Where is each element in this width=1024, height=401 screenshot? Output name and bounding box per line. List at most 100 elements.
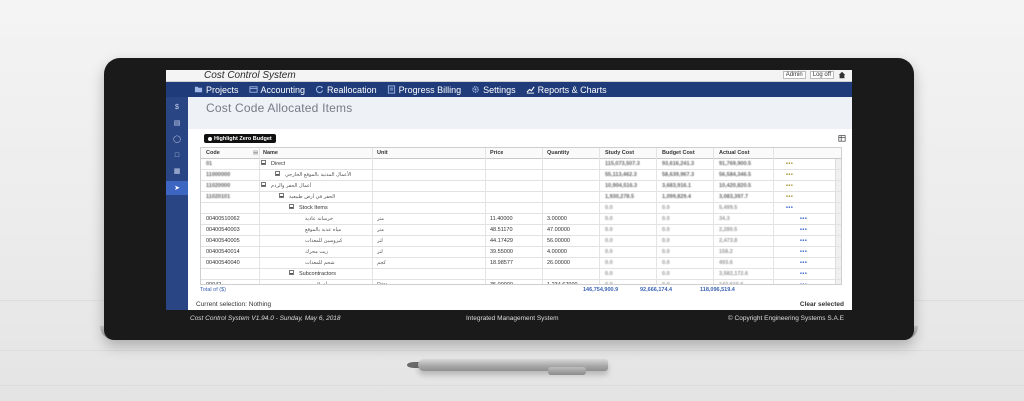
col-price[interactable]: Price (490, 148, 503, 159)
table-row[interactable]: 11000000 الأعمال المدنية بالموقع الخارجي 5… (201, 170, 841, 181)
collapse-icon[interactable] (289, 203, 296, 214)
cell-code: 11020000 (206, 183, 231, 189)
cell-name: خرسانة عادية (305, 216, 334, 222)
title-bar: Cost Control System Admin Log off (166, 70, 852, 82)
cell-unit: كجم (377, 260, 386, 266)
grid-header: Code ▤ Name Unit Price Quantity Study Co… (201, 148, 841, 159)
column-divider (485, 148, 486, 284)
row-actions-icon[interactable]: ••• (800, 225, 807, 236)
table-row[interactable]: 00400540040 شحم للمعدات كجم 18.98577 26.0000… (201, 258, 841, 269)
home-icon[interactable] (838, 71, 846, 79)
col-unit[interactable]: Unit (377, 148, 388, 159)
cell-unit: لتر (377, 238, 383, 244)
row-actions-icon[interactable]: ••• (786, 192, 793, 203)
cell-quantity: 3.00000 (547, 216, 567, 222)
chevron-right-icon[interactable]: ➤ (166, 181, 188, 195)
table-row[interactable]: 00400510062 خرسانة عادية متر 11.40000 3.0000… (201, 214, 841, 225)
table-row[interactable]: 00400540005 كيروسين للمعدات لتر 44.17429 56.… (201, 236, 841, 247)
menu-reallocation[interactable]: Reallocation (315, 85, 377, 95)
cell-study-cost: 0.0 (605, 260, 613, 266)
page-header: Cost Code Allocated Items (188, 97, 852, 129)
col-budget-cost[interactable]: Budget Cost (662, 148, 695, 159)
row-actions-icon[interactable]: ••• (786, 181, 793, 192)
list-icon[interactable]: ▤ (171, 117, 183, 129)
row-actions-icon[interactable]: ••• (786, 203, 793, 214)
cell-budget-cost: 0.0 (662, 227, 670, 233)
col-code[interactable]: Code (206, 148, 220, 159)
collapse-icon[interactable] (289, 269, 296, 280)
col-name[interactable]: Name (263, 148, 278, 159)
table-row[interactable]: 00400540003 مياه عذبة بالموقع متر 48.51170 4… (201, 225, 841, 236)
menu-accounting[interactable]: Accounting (248, 85, 305, 95)
cell-actual-cost: 2,473.8 (719, 238, 738, 244)
menu-settings[interactable]: Settings (471, 85, 516, 95)
highlight-zero-budget-button[interactable]: Highlight Zero Budget (204, 134, 276, 143)
cell-study-cost: 0.0 (605, 238, 613, 244)
total-budget-cost: 92,666,174.4 (640, 287, 673, 293)
cell-budget-cost: 0.0 (662, 271, 670, 277)
cell-name: زيت محرك (305, 249, 329, 255)
document-icon[interactable]: □ (171, 149, 183, 161)
column-divider (599, 148, 600, 284)
grid-icon[interactable]: ▦ (171, 165, 183, 177)
table-row[interactable]: Subcontractors 0.0 0.0 3,582,172.6 ••• (201, 269, 841, 280)
row-actions-icon[interactable]: ••• (800, 258, 807, 269)
column-divider (773, 148, 774, 284)
cell-price: 44.17429 (490, 238, 513, 244)
cell-actual-cost: 3,083,397.7 (719, 194, 749, 200)
column-menu-icon[interactable]: ▤ (253, 148, 258, 159)
row-actions-icon[interactable]: ••• (786, 170, 793, 181)
main-menu: Projects Accounting Reallocation Progres… (166, 82, 852, 97)
status-bar: Current selection: Nothing Clear selecte… (188, 301, 852, 310)
col-quantity[interactable]: Quantity (547, 148, 569, 159)
row-actions-icon[interactable]: ••• (800, 247, 807, 258)
footer: Cost Control System V1.94.0 - Sunday, Ma… (166, 310, 852, 328)
cell-price: 11.40000 (490, 216, 513, 222)
cell-actual-cost: 5,499.5 (719, 205, 738, 211)
clock-icon[interactable]: ◯ (171, 133, 183, 145)
clear-selected-button[interactable]: Clear selected (800, 301, 844, 308)
row-actions-icon[interactable]: ••• (786, 159, 793, 170)
menu-projects[interactable]: Projects (194, 85, 239, 95)
column-divider (259, 148, 260, 284)
current-selection: Current selection: Nothing (196, 301, 272, 308)
app-title: Cost Control System (204, 70, 296, 81)
cell-study-cost: 0.0 (605, 227, 613, 233)
collapse-icon[interactable] (261, 181, 268, 192)
log-off-link[interactable]: Log off (809, 71, 834, 79)
table-row[interactable]: 11020101 الحفر في أرض طبيعية 1,930,278.5 1,… (201, 192, 841, 203)
totals-row: Total of ($) 146,754,900.9 92,666,174.4 … (200, 285, 842, 295)
collapse-icon[interactable] (261, 159, 268, 170)
cell-actual-cost: 56,584,346.5 (719, 172, 752, 178)
admin-link[interactable]: Admin (782, 71, 806, 79)
accounting-icon (248, 86, 258, 93)
table-row[interactable]: Stock Items 0.0 0.0 5,499.5 ••• (201, 203, 841, 214)
cell-name: Subcontractors (299, 271, 336, 277)
total-actual-cost: 118,096,519.4 (700, 287, 735, 293)
cell-name: مياه عذبة بالموقع (305, 227, 342, 233)
toggle-icon (208, 136, 212, 141)
footer-version: Cost Control System V1.94.0 - Sunday, Ma… (190, 315, 341, 322)
cell-price: 39.55000 (490, 249, 513, 255)
row-actions-icon[interactable]: ••• (800, 236, 807, 247)
col-study-cost[interactable]: Study Cost (605, 148, 634, 159)
cell-name: شحم للمعدات (305, 260, 335, 266)
cell-code: 00400540040 (206, 260, 240, 266)
reports-charts-icon (526, 86, 535, 94)
cell-unit: متر (377, 227, 384, 233)
table-row[interactable]: 11020000 أعمال الحفر والردم 10,904,516.3 3,… (201, 181, 841, 192)
row-actions-icon[interactable]: ••• (800, 269, 807, 280)
table-row[interactable]: 01 Direct 115,073,507.3 93,616,241.3 91,769,… (201, 159, 841, 170)
menu-progress-billing[interactable]: Progress Billing (387, 85, 461, 95)
collapse-icon[interactable] (279, 192, 286, 203)
menu-reports-charts[interactable]: Reports & Charts (526, 85, 607, 95)
row-actions-icon[interactable]: ••• (800, 214, 807, 225)
dollar-icon[interactable]: $ (171, 101, 183, 113)
export-icon[interactable] (838, 134, 846, 142)
cell-budget-cost: 58,639,967.3 (662, 172, 695, 178)
cell-actual-cost: 10,420,820.5 (719, 183, 752, 189)
progress-billing-icon (387, 85, 395, 94)
table-row[interactable]: 00400540014 زيت محرك لتر 39.55000 4.00000 0.0… (201, 247, 841, 258)
col-actual-cost[interactable]: Actual Cost (719, 148, 750, 159)
collapse-icon[interactable] (275, 170, 282, 181)
